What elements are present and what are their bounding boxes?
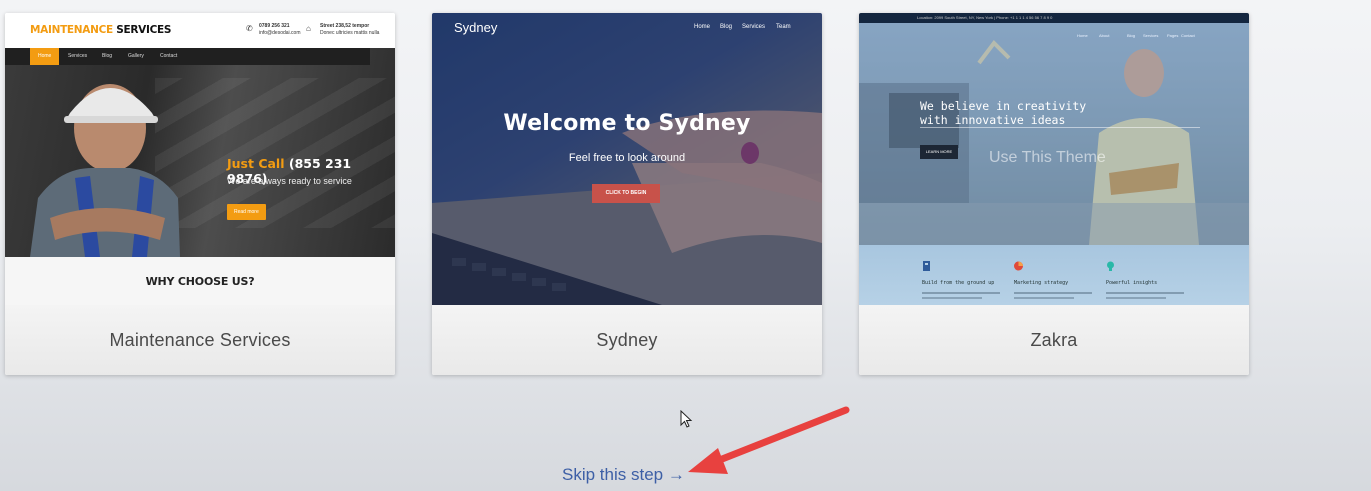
theme-name[interactable]: Maintenance Services (5, 305, 395, 375)
preview-learn-more-button: LEARN MORE (920, 145, 958, 159)
theme-card-maintenance[interactable]: MAINTENANCE SERVICES ✆ 0789 256 321 info… (5, 13, 395, 375)
phone-icon: ✆ (246, 24, 253, 33)
feature-item: Marketing strategy (1014, 261, 1104, 299)
preview-nav: Home Services Blog Gallery Contact (5, 48, 370, 65)
chart-icon (1014, 261, 1023, 271)
preview-headline: Welcome to Sydney (503, 111, 751, 136)
theme-name[interactable]: Zakra (859, 305, 1249, 375)
theme-card-sydney[interactable]: Sydney Home Blog Services Team Welcome t… (432, 13, 822, 375)
feature-item: Build from the ground up (922, 261, 1012, 299)
skip-step-link[interactable]: Skip this step → (562, 465, 685, 485)
bulb-icon (1107, 261, 1114, 271)
annotation-arrow-icon (688, 406, 850, 474)
theme-preview-zakra[interactable]: Location: 2099 South Street, NY, New Yor… (859, 13, 1249, 305)
preview-hero: Just Call (855 231 9876) We are always r… (5, 48, 395, 292)
worker-image (30, 84, 180, 257)
building-icon (923, 261, 930, 271)
theme-name[interactable]: Sydney (432, 305, 822, 375)
preview-topbar: Location: 2099 South Street, NY, New Yor… (859, 13, 1249, 23)
preview-tagline: We are always ready to service (227, 176, 352, 186)
preview-address: Street 238,52 tempor Donec ultricies mat… (320, 23, 380, 36)
preview-section-title: WHY CHOOSE US? (5, 257, 395, 305)
preview-features: Build from the ground up Marketing strat… (859, 245, 1249, 305)
preview-begin-button: CLICK TO BEGIN (592, 184, 660, 203)
theme-card-zakra[interactable]: Location: 2099 South Street, NY, New Yor… (859, 13, 1249, 375)
preview-logo: Sydney (454, 20, 498, 35)
preview-headline: We believe in creativity with innovative… (920, 99, 1087, 127)
home-icon: ⌂ (306, 24, 311, 33)
theme-preview-sydney[interactable]: Sydney Home Blog Services Team Welcome t… (432, 13, 822, 305)
preview-logo: MAINTENANCE SERVICES (30, 24, 172, 36)
preview-subline: Feel free to look around (568, 152, 686, 164)
preview-read-more-button: Read more (227, 204, 266, 220)
use-theme-overlay[interactable]: Use This Theme (989, 149, 1106, 167)
feature-item: Powerful insights (1106, 261, 1196, 299)
preview-header: MAINTENANCE SERVICES ✆ 0789 256 321 info… (5, 13, 395, 48)
preview-phone: 0789 256 321 info@desodai.com (259, 23, 301, 36)
theme-preview-maintenance[interactable]: MAINTENANCE SERVICES ✆ 0789 256 321 info… (5, 13, 395, 305)
